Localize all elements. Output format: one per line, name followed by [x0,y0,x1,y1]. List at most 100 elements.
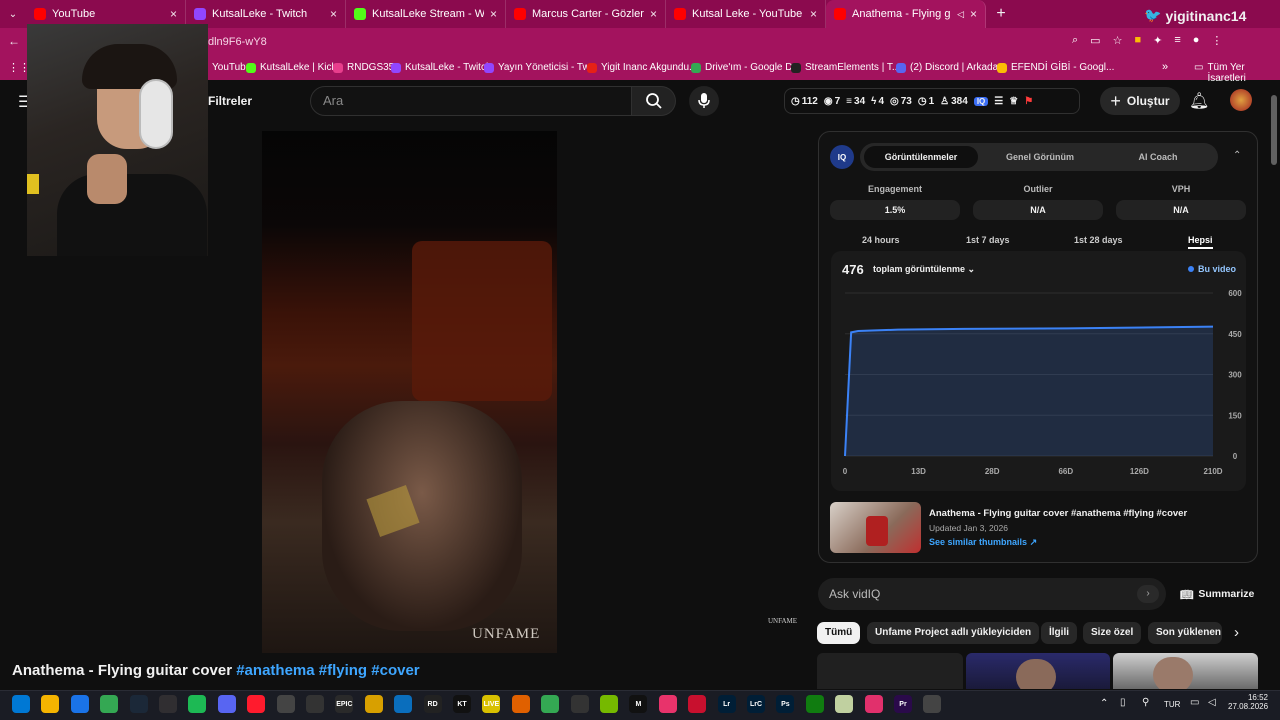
bookmark-item[interactable]: RNDGS35 [333,62,394,73]
steam-icon[interactable] [129,695,148,713]
close-tab-icon[interactable]: × [330,7,337,21]
bookmark-item[interactable]: StreamElements | T... [791,62,900,73]
video-hashtags[interactable]: #anathema #flying #cover [236,662,419,679]
bookmark-item[interactable]: EFENDİ GİBİ - Googl... [997,62,1114,73]
m-icon[interactable]: M [629,695,648,713]
filters-button[interactable]: Filtreler [208,94,252,108]
puzzle-icon[interactable]: ✦ [1153,34,1162,47]
mail-icon[interactable] [70,695,89,713]
address-bar[interactable]: dln9F6-wY8 [198,31,1138,53]
range-7d[interactable]: 1st 7 days [966,235,1010,245]
lightroom-icon[interactable]: Lr [717,695,736,713]
ask-send-icon[interactable]: › [1137,585,1159,603]
chrome-icon[interactable] [100,695,119,713]
browser-tab[interactable]: KutsalLeke - Twitch × [186,0,346,28]
notifications-icon[interactable]: 🔔︎ [1189,91,1209,111]
chip-for-you[interactable]: Size özel [1083,622,1142,644]
close-tab-icon[interactable]: × [170,7,177,21]
browser-tab[interactable]: Anathema - Flying guitar co ◁ × [826,0,986,28]
bookmark-item[interactable]: (2) Discord | Arkada... [896,62,1007,73]
page-scrollbar[interactable] [1271,83,1277,688]
browser-tab[interactable]: Marcus Carter - Gözler Yalan Sö × [506,0,666,28]
summarize-button[interactable]: 📖︎ Summarize [1180,588,1254,601]
chip-recent[interactable]: Son yüklenen [1148,622,1222,644]
monitor-icon[interactable]: ▭ [1190,697,1199,708]
obs-icon[interactable] [159,695,177,713]
app-icon[interactable] [658,695,677,713]
settings-icon[interactable] [923,695,942,713]
language-indicator[interactable]: TUR [1164,700,1180,709]
app-icon[interactable] [835,695,854,713]
search-input[interactable]: Ara [310,86,632,116]
app-icon[interactable] [306,695,324,713]
network-icon[interactable]: ⚲ [1142,697,1149,708]
discord-icon[interactable] [217,695,236,713]
game-icon[interactable] [276,695,295,713]
bookmark-item[interactable]: KutsalLeke - Twitch [391,62,492,73]
live-icon[interactable]: LIVE [482,695,501,713]
list-icon[interactable]: ☰ [994,96,1003,107]
tab-search-icon[interactable]: ⌄ [0,9,26,20]
tray-chevron-icon[interactable]: ⌃ [1100,698,1108,709]
new-tab-button[interactable]: + [986,5,1016,23]
rd-icon[interactable]: RD [423,695,442,713]
chip-uploader[interactable]: Unfame Project adlı yükleyiciden [867,622,1040,644]
browser-tab[interactable]: Kutsal Leke - YouTube × [666,0,826,28]
tab-views[interactable]: Görüntülenmeler [864,146,978,168]
app-icon[interactable] [394,695,413,713]
chip-related[interactable]: İlgili [1041,622,1077,644]
bookmark-item[interactable]: Drive'ım - Google D... [691,62,801,73]
playlist-icon[interactable]: ≡ [1174,34,1180,47]
range-24h[interactable]: 24 hours [862,235,900,245]
chrome-icon[interactable] [541,695,560,713]
back-icon[interactable]: ← [8,34,20,48]
app-icon[interactable] [511,695,530,713]
speaker-icon[interactable]: ◁ [1208,697,1216,708]
alert-icon[interactable]: ⚑ [1024,96,1033,107]
close-tab-icon[interactable]: × [490,7,497,21]
bookmark-item[interactable]: Yayın Yöneticisi - Tw... [484,62,598,73]
menu-icon[interactable]: ⋮ [1211,34,1222,47]
vidiq-stats-bar[interactable]: ◷ 112 ◉ 7 ≡ 34 ϟ4 ◎ 73 ◷ 1 ♙ 384 IQ ☰ ♕ ⚑ [784,88,1080,114]
usb-icon[interactable]: ▯ [1120,697,1126,708]
create-button[interactable]: + Oluştur [1100,87,1180,115]
scrollbar-thumb[interactable] [1271,95,1277,165]
windows-start-icon[interactable] [12,695,30,713]
obs-icon[interactable] [570,695,589,713]
search-button[interactable] [632,86,676,116]
close-tab-icon[interactable]: × [650,7,657,21]
tab-ai-coach[interactable]: AI Coach [1104,146,1212,168]
rec-thumbnail-1[interactable] [817,653,963,689]
browser-tab[interactable]: KutsalLeke Stream - Watch Live × [346,0,506,28]
clock[interactable]: 16:52 27.08.2026 [1228,693,1268,711]
user-avatar[interactable] [1230,89,1252,111]
app-icon[interactable]: KT [453,695,471,713]
range-all[interactable]: Hepsi [1188,235,1213,249]
range-28d[interactable]: 1st 28 days [1074,235,1123,245]
opera-icon[interactable] [247,695,266,713]
ask-vidiq-input[interactable]: Ask vidIQ [818,578,1166,610]
bookmark-item[interactable]: Yigit Inanc Akgundu... [587,62,697,73]
rec-thumbnail-3[interactable] [1113,653,1258,689]
video-player[interactable]: UNFAME [262,131,557,653]
tab-overview[interactable]: Genel Görünüm [986,146,1094,168]
app-icon[interactable] [688,695,707,713]
lightroom-classic-icon[interactable]: LrC [747,695,765,713]
related-title[interactable]: Anathema - Flying guitar cover #anathema… [929,508,1187,519]
instagram-icon[interactable] [864,695,883,713]
epic-games-icon[interactable]: EPIC [335,695,354,713]
spotify-icon[interactable] [188,695,207,713]
ea-icon[interactable] [364,695,383,713]
nvidia-icon[interactable] [600,695,618,713]
collapse-icon[interactable]: ⌃ [1233,150,1241,161]
voice-search-button[interactable] [689,86,719,116]
premiere-icon[interactable]: Pr [894,695,912,713]
chip-all[interactable]: Tümü [817,622,861,644]
close-tab-icon[interactable]: × [810,7,817,21]
speaker-icon[interactable]: ◁ [957,9,964,20]
close-tab-icon[interactable]: × [970,7,977,21]
bookmark-item[interactable]: KutsalLeke | Kick [246,62,337,73]
more-bookmarks-icon[interactable]: » [1162,61,1168,73]
rec-thumbnail-2[interactable] [966,653,1110,689]
file-explorer-icon[interactable] [41,695,60,713]
